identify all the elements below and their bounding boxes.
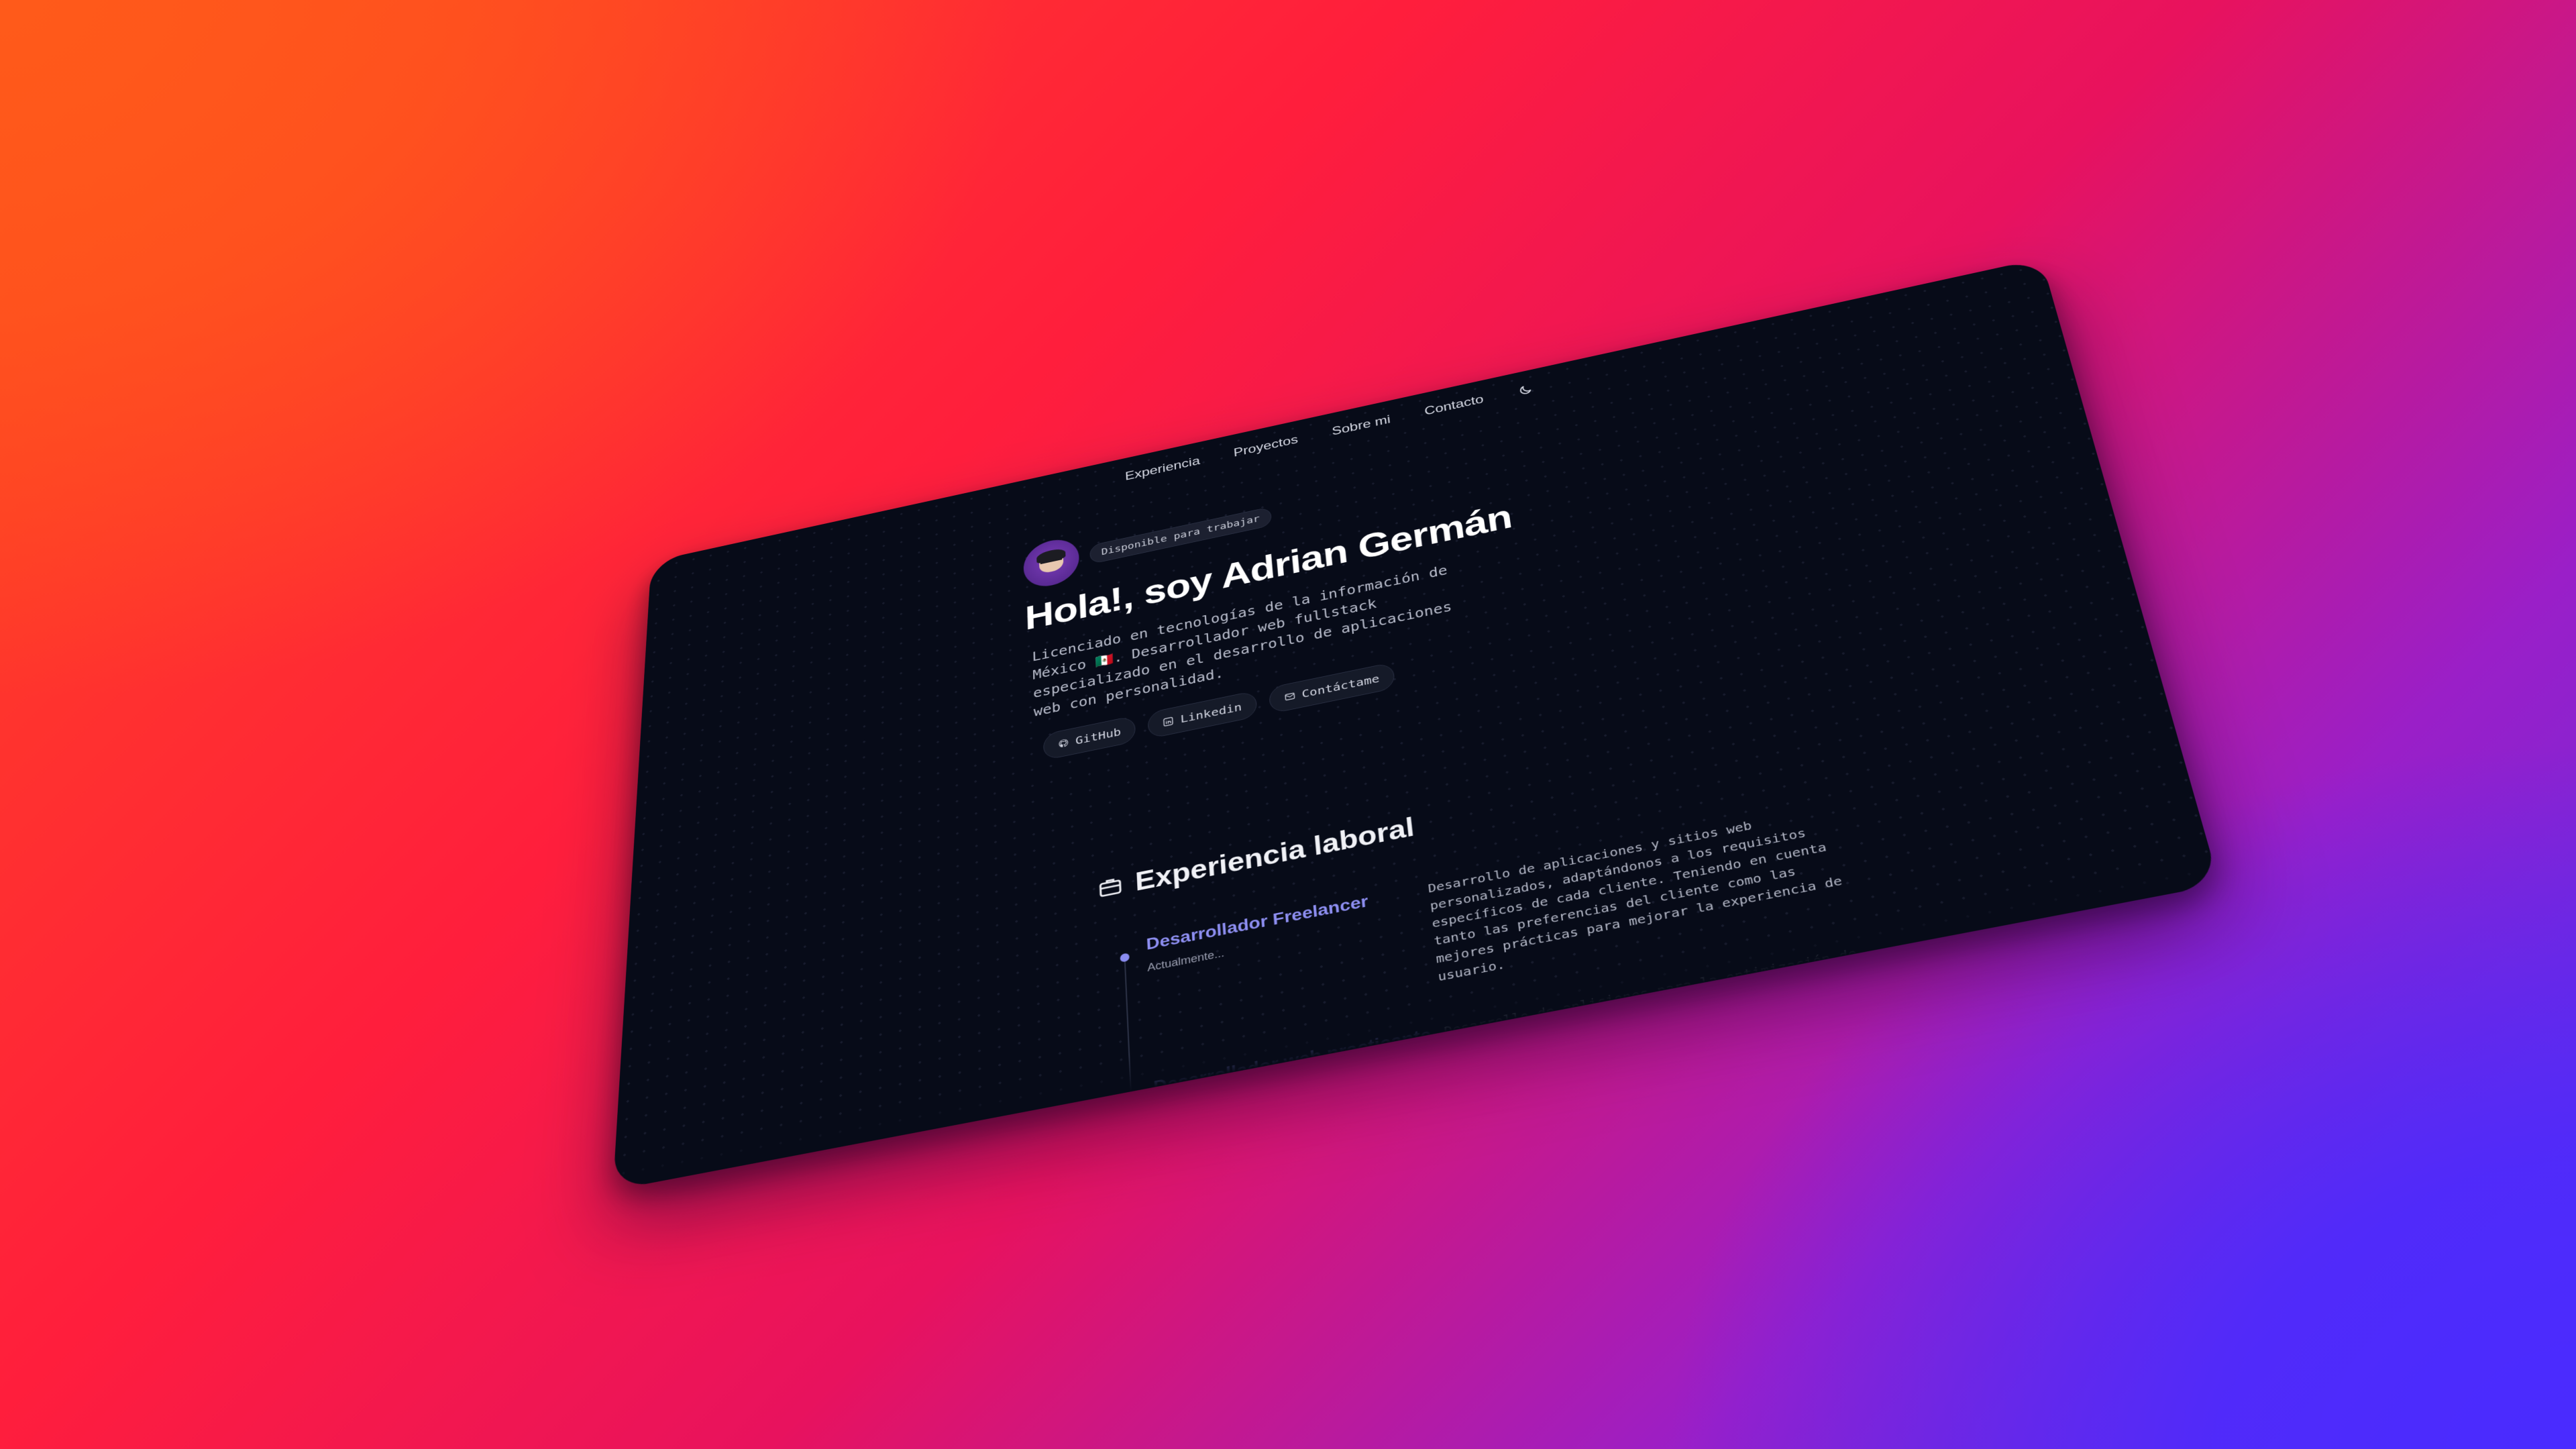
linkedin-button[interactable]: Linkedin (1147, 690, 1258, 739)
mail-icon (1283, 691, 1295, 703)
timeline-dot (1126, 1095, 1136, 1106)
nav-item-experiencia[interactable]: Experiencia (1124, 454, 1200, 484)
nav-item-contacto[interactable]: Contacto (1424, 392, 1484, 419)
briefcase-icon (1097, 873, 1124, 900)
browser-screen: Experiencia Proyectos Sobre mi Contacto … (612, 258, 2220, 1191)
github-icon (1058, 737, 1069, 749)
nav-item-sobre-mi[interactable]: Sobre mi (1331, 413, 1391, 438)
contact-label: Contáctame (1301, 672, 1381, 701)
linkedin-icon (1163, 716, 1175, 728)
moon-icon[interactable] (1517, 383, 1534, 397)
github-label: GitHub (1075, 724, 1122, 747)
scene: Experiencia Proyectos Sobre mi Contacto … (0, 0, 2576, 1449)
avatar (1023, 535, 1080, 592)
github-button[interactable]: GitHub (1042, 715, 1136, 761)
contact-button[interactable]: Contáctame (1268, 661, 1396, 714)
nav-item-proyectos[interactable]: Proyectos (1233, 433, 1299, 460)
linkedin-label: Linkedin (1180, 700, 1242, 726)
experience-title: Experiencia laboral (1134, 812, 1416, 897)
